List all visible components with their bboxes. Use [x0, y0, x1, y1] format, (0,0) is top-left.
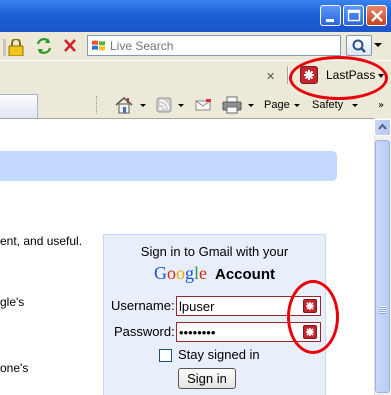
password-label: Password: — [114, 324, 175, 339]
lastpass-icon — [300, 66, 318, 84]
lastpass-label: LastPass — [326, 68, 376, 82]
home-icon — [115, 96, 133, 114]
password-field[interactable] — [176, 322, 321, 342]
refresh-icon — [36, 38, 52, 54]
scroll-up-icon — [378, 123, 387, 130]
username-field[interactable] — [176, 296, 321, 316]
browser-tab[interactable] — [0, 94, 38, 118]
feeds-dropdown-arrow[interactable] — [178, 104, 184, 107]
feeds-icon — [156, 97, 172, 113]
scroll-thumb[interactable] — [375, 140, 390, 393]
page-menu-label: Page — [264, 99, 290, 111]
stop-button[interactable] — [59, 36, 81, 56]
maximize-button[interactable] — [343, 5, 364, 26]
maximize-icon — [347, 9, 361, 22]
username-input[interactable] — [179, 298, 291, 314]
print-icon — [222, 96, 242, 114]
username-label: Username: — [111, 298, 175, 313]
close-icon — [371, 10, 383, 22]
sign-in-button[interactable]: Sign in — [178, 368, 236, 389]
live-search-box[interactable] — [87, 35, 341, 56]
google-logo: Google — [153, 263, 207, 283]
minimize-button[interactable] — [320, 5, 341, 26]
stay-signed-in-checkbox[interactable] — [159, 349, 172, 362]
search-icon — [352, 39, 366, 53]
chevron-down-icon — [294, 104, 300, 107]
search-input[interactable] — [110, 37, 338, 54]
scroll-thumb-grip — [379, 306, 386, 314]
safety-menu-label: Safety — [312, 99, 344, 111]
scroll-up-button[interactable] — [374, 119, 391, 136]
feeds-button[interactable] — [156, 96, 188, 114]
body-text-line: one's — [0, 361, 29, 375]
lastpass-fill-icon[interactable] — [303, 299, 317, 313]
command-bar-grip[interactable] — [96, 96, 98, 114]
account-label: Account — [215, 266, 275, 283]
windows-logo-icon — [92, 40, 105, 51]
home-button[interactable] — [114, 96, 148, 114]
home-dropdown-arrow[interactable] — [140, 104, 146, 107]
command-bar-overflow-button[interactable]: » — [378, 100, 384, 111]
search-go-button[interactable] — [346, 35, 372, 56]
stop-icon — [64, 39, 76, 52]
google-account-heading: Google Account — [104, 263, 325, 284]
close-button[interactable] — [366, 5, 387, 26]
body-text-line: ent, and useful. — [0, 234, 83, 248]
body-text-line: gle's — [0, 295, 25, 309]
search-options-arrow[interactable] — [374, 43, 382, 47]
login-title: Sign in to Gmail with your — [140, 244, 289, 259]
page-banner — [0, 151, 337, 181]
mail-button[interactable] — [194, 96, 214, 114]
toolbar-close-button[interactable]: ✕ — [266, 70, 275, 83]
chevron-down-icon — [352, 104, 358, 107]
print-dropdown-arrow[interactable] — [248, 104, 254, 107]
lastpass-fill-icon[interactable] — [303, 325, 317, 339]
mail-icon — [195, 99, 211, 111]
minimize-icon — [326, 19, 334, 22]
lastpass-button[interactable]: LastPass — [300, 64, 386, 86]
refresh-button[interactable] — [33, 36, 55, 56]
lock-icon[interactable] — [3, 39, 25, 56]
page-menu[interactable]: Page — [264, 96, 304, 114]
chevron-down-icon — [378, 74, 384, 78]
stay-signed-in-label: Stay signed in — [178, 347, 260, 362]
print-button[interactable] — [222, 96, 256, 114]
toolbar-separator — [287, 66, 289, 84]
safety-menu[interactable]: Safety — [312, 96, 364, 114]
password-input[interactable] — [179, 324, 291, 340]
